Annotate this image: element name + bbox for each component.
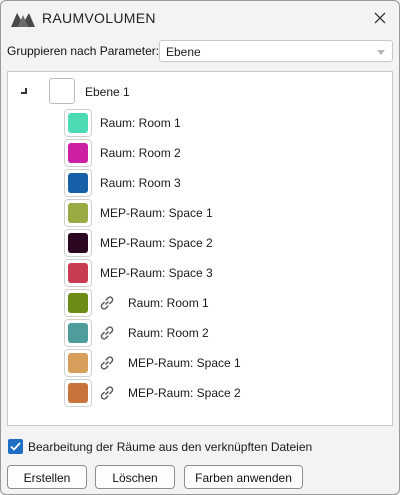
edit-linked-checkbox[interactable] — [8, 439, 23, 454]
link-icon — [100, 356, 114, 370]
tree-item-label: MEP-Raum: Space 1 — [128, 356, 241, 370]
tree-item[interactable]: Raum: Room 1 — [8, 108, 392, 138]
link-icon — [100, 296, 114, 310]
color-swatch — [68, 143, 88, 163]
raumvolumen-window: RAUMVOLUMEN Gruppieren nach Parameter: E… — [0, 0, 400, 495]
chevron-down-icon — [377, 50, 385, 55]
tree-item[interactable]: Raum: Room 3 — [8, 168, 392, 198]
color-swatch-button[interactable] — [64, 229, 92, 257]
delete-button[interactable]: Löschen — [95, 465, 175, 489]
tree-item[interactable]: Raum: Room 2 — [8, 318, 392, 348]
color-swatch-button[interactable] — [64, 319, 92, 347]
group-by-select[interactable]: Ebene — [159, 40, 393, 62]
color-swatch-button[interactable] — [64, 109, 92, 137]
color-swatch — [68, 263, 88, 283]
tree-item[interactable]: Raum: Room 2 — [8, 138, 392, 168]
color-swatch — [68, 173, 88, 193]
tree-item-label: Raum: Room 2 — [128, 326, 209, 340]
tree-item-label: Raum: Room 2 — [100, 146, 181, 160]
tree-item-label: MEP-Raum: Space 1 — [100, 206, 213, 220]
window-title: RAUMVOLUMEN — [42, 10, 156, 26]
color-swatch-button[interactable] — [64, 139, 92, 167]
tree-item[interactable]: MEP-Raum: Space 2 — [8, 228, 392, 258]
tree-item[interactable]: MEP-Raum: Space 1 — [8, 348, 392, 378]
create-button[interactable]: Erstellen — [7, 465, 87, 489]
color-swatch — [68, 353, 88, 373]
root-color-swatch[interactable] — [49, 78, 75, 104]
tree-item[interactable]: MEP-Raum: Space 3 — [8, 258, 392, 288]
color-swatch — [68, 383, 88, 403]
tree-item[interactable]: MEP-Raum: Space 1 — [8, 198, 392, 228]
color-swatch-button[interactable] — [64, 349, 92, 377]
group-by-value: Ebene — [166, 45, 201, 59]
tree-item-label: MEP-Raum: Space 3 — [100, 266, 213, 280]
link-icon — [100, 386, 114, 400]
color-swatch — [68, 113, 88, 133]
color-swatch-button[interactable] — [64, 379, 92, 407]
tree-item[interactable]: MEP-Raum: Space 2 — [8, 378, 392, 408]
color-swatch — [68, 323, 88, 343]
color-swatch-button[interactable] — [64, 259, 92, 287]
tree-item-label: Raum: Room 1 — [100, 116, 181, 130]
apply-colors-button[interactable]: Farben anwenden — [184, 465, 303, 489]
color-swatch — [68, 233, 88, 253]
group-by-label: Gruppieren nach Parameter: — [7, 44, 160, 58]
title-bar: RAUMVOLUMEN — [1, 1, 399, 35]
tree-root-ebene[interactable]: Ebene 1 — [8, 72, 392, 108]
expander-icon[interactable] — [21, 88, 27, 94]
close-icon[interactable] — [371, 9, 389, 27]
tree-item[interactable]: Raum: Room 1 — [8, 288, 392, 318]
checkmark-icon — [10, 442, 21, 451]
room-tree[interactable]: Ebene 1 Raum: Room 1 Raum: Room 2 Raum: Ro… — [7, 71, 393, 426]
color-swatch-button[interactable] — [64, 169, 92, 197]
link-icon — [100, 326, 114, 340]
tree-item-label: Raum: Room 1 — [128, 296, 209, 310]
tree-item-label: MEP-Raum: Space 2 — [100, 236, 213, 250]
color-swatch — [68, 203, 88, 223]
tree-root-label: Ebene 1 — [85, 85, 130, 99]
edit-linked-label: Bearbeitung der Räume aus den verknüpfte… — [28, 440, 313, 454]
tree-item-label: Raum: Room 3 — [100, 176, 181, 190]
color-swatch — [68, 293, 88, 313]
color-swatch-button[interactable] — [64, 289, 92, 317]
color-swatch-button[interactable] — [64, 199, 92, 227]
app-logo-icon — [11, 13, 35, 27]
tree-item-label: MEP-Raum: Space 2 — [128, 386, 241, 400]
